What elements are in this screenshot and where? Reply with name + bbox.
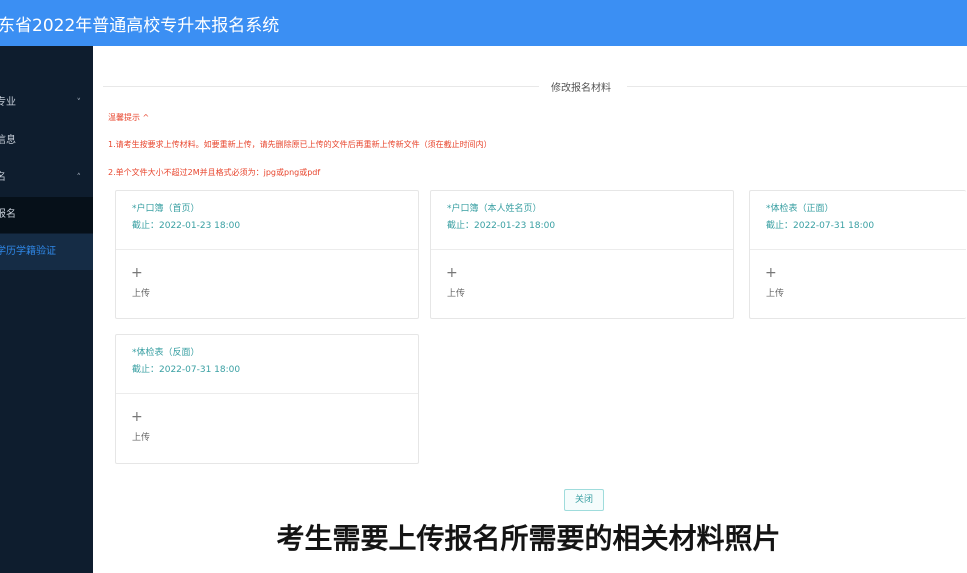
upload-card-hukou-front: *户口簿（首页） 截止：2022-01-23 18:00 + 上传 bbox=[115, 190, 419, 319]
card-header: *户口簿（首页） 截止：2022-01-23 18:00 bbox=[116, 191, 418, 250]
top-header-bar: 东省2022年普通高校专升本报名系统 bbox=[0, 0, 967, 46]
card-title: *体检表（反面） bbox=[132, 348, 200, 358]
card-deadline: 截止：2022-07-31 18:00 bbox=[766, 221, 875, 231]
close-button[interactable]: 关闭 bbox=[564, 489, 604, 511]
sidebar-item-degree-verification[interactable]: 学历学籍验证 bbox=[0, 234, 93, 270]
card-title: *户口簿（首页） bbox=[132, 204, 200, 214]
sidebar-item-info[interactable]: 信息 bbox=[0, 123, 93, 159]
card-deadline: 截止：2022-01-23 18:00 bbox=[132, 221, 241, 231]
plus-icon[interactable]: + bbox=[131, 266, 143, 280]
chevron-down-icon: ˅ bbox=[76, 98, 82, 108]
card-header: *体检表（正面） 截止：2022-07-31 18:00 bbox=[750, 191, 966, 250]
upload-card-medical-back: *体检表（反面） 截止：2022-07-31 18:00 + 上传 bbox=[115, 334, 419, 464]
plus-icon[interactable]: + bbox=[446, 266, 458, 280]
sidebar-item-label: 学历学籍验证 bbox=[0, 246, 56, 257]
tip-line-1: 1.请考生按要求上传材料。如要重新上传，请先删除原已上传的文件后再重新上传新文件… bbox=[108, 140, 492, 149]
plus-icon[interactable]: + bbox=[765, 266, 777, 280]
card-title: *体检表（正面） bbox=[766, 204, 834, 214]
sidebar-nav: 专业 ˅ 信息 名 ˄ 报名 学历学籍验证 bbox=[0, 46, 93, 573]
card-deadline: 截止：2022-07-31 18:00 bbox=[132, 365, 241, 375]
app-title: 东省2022年普通高校专升本报名系统 bbox=[0, 16, 280, 36]
upload-card-medical-front: *体检表（正面） 截止：2022-07-31 18:00 + 上传 bbox=[749, 190, 966, 319]
upload-button[interactable]: 上传 bbox=[132, 286, 150, 299]
section-title: 修改报名材料 bbox=[551, 83, 611, 94]
video-caption: 考生需要上传报名所需要的相关材料照片 bbox=[276, 522, 781, 555]
upload-button[interactable]: 上传 bbox=[447, 286, 465, 299]
upload-button[interactable]: 上传 bbox=[766, 286, 784, 299]
sidebar-item-label: 信息 bbox=[0, 135, 16, 146]
main-content: 修改报名材料 温馨提示 ^ 1.请考生按要求上传材料。如要重新上传，请先删除原已… bbox=[93, 46, 967, 573]
plus-icon[interactable]: + bbox=[131, 410, 143, 424]
card-deadline: 截止：2022-01-23 18:00 bbox=[447, 221, 556, 231]
card-title: *户口簿（本人姓名页） bbox=[447, 204, 542, 214]
tip-line-2: 2.单个文件大小不超过2M并且格式必须为：jpg或png或pdf bbox=[108, 168, 321, 177]
sidebar-item-registration[interactable]: 报名 bbox=[0, 197, 93, 233]
card-header: *体检表（反面） 截止：2022-07-31 18:00 bbox=[116, 335, 418, 394]
tips-toggle[interactable]: 温馨提示 ^ bbox=[108, 112, 149, 123]
upload-button[interactable]: 上传 bbox=[132, 430, 150, 443]
divider bbox=[103, 86, 539, 87]
sidebar-item-label: 名 bbox=[0, 172, 6, 183]
sidebar-item-registration-group[interactable]: 名 ˄ bbox=[0, 160, 93, 196]
upload-card-hukou-personal: *户口簿（本人姓名页） 截止：2022-01-23 18:00 + 上传 bbox=[430, 190, 734, 319]
divider bbox=[627, 86, 967, 87]
sidebar-item-major[interactable]: 专业 ˅ bbox=[0, 85, 93, 121]
chevron-up-icon: ˄ bbox=[76, 173, 82, 183]
card-header: *户口簿（本人姓名页） 截止：2022-01-23 18:00 bbox=[431, 191, 733, 250]
sidebar-item-label: 专业 bbox=[0, 97, 16, 108]
sidebar-item-label: 报名 bbox=[0, 209, 16, 220]
